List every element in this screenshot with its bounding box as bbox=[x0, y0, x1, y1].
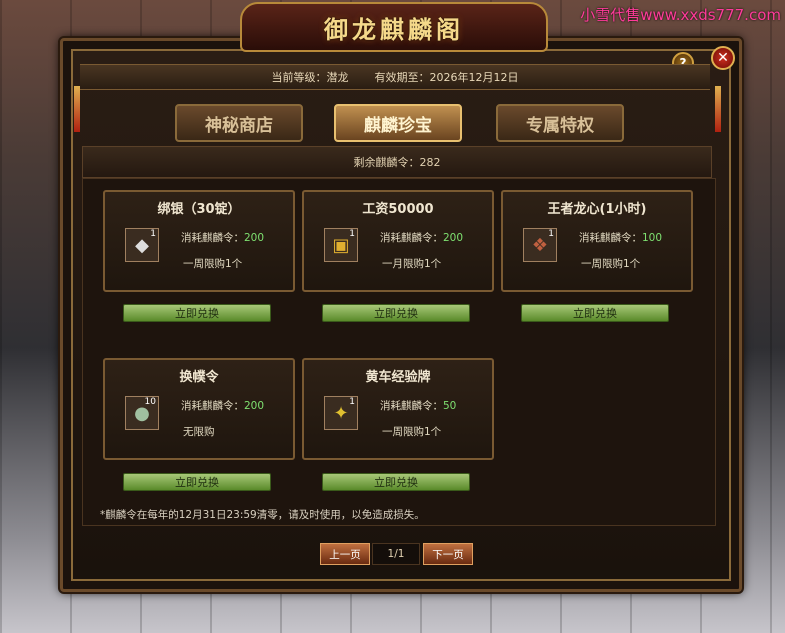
yellow-cart-exp-icon[interactable]: ✦ 1 bbox=[324, 396, 358, 430]
item-limit: 无限购 bbox=[183, 426, 215, 438]
item-qty: 1 bbox=[548, 229, 554, 239]
item-qty: 1 bbox=[150, 229, 156, 239]
item-limit: 一周限购1个 bbox=[382, 426, 442, 438]
cost-value: 200 bbox=[244, 400, 265, 412]
item-limit: 一月限购1个 bbox=[382, 258, 442, 270]
exchange-button[interactable]: 立即兑换 bbox=[123, 473, 271, 491]
cost-label: 消耗麒麟令： bbox=[380, 232, 443, 244]
next-page-button[interactable]: 下一页 bbox=[423, 543, 473, 565]
title-plate: 御龙麒麟阁 bbox=[240, 2, 548, 52]
left-tassel bbox=[74, 86, 80, 132]
cost-label: 消耗麒麟令： bbox=[181, 400, 244, 412]
watermark: 小雪代售www.xxds777.com bbox=[580, 6, 781, 24]
item-card: 绑银（30锭） ◆ 1 消耗麒麟令：200 一周限购1个 bbox=[103, 190, 295, 292]
cost-value: 200 bbox=[244, 232, 265, 244]
item-name: 王者龙心(1小时) bbox=[547, 202, 647, 217]
reset-note: *麒麟令在每年的12月31日23:59清零，请及时使用，以免造成损失。 bbox=[100, 509, 425, 521]
right-tassel bbox=[715, 86, 721, 132]
salary-scroll-icon[interactable]: ▣ 1 bbox=[324, 228, 358, 262]
dragon-heart-icon[interactable]: ❖ 1 bbox=[523, 228, 557, 262]
item-name: 黄车经验牌 bbox=[365, 370, 431, 385]
item-card: 换幞令 ● 10 消耗麒麟令：200 无限购 bbox=[103, 358, 295, 460]
page-indicator: 1/1 bbox=[372, 543, 420, 565]
prev-page-button[interactable]: 上一页 bbox=[320, 543, 370, 565]
item-name: 绑银（30锭） bbox=[157, 202, 241, 217]
info-bar: 当前等级：潜龙 有效期至：2026年12月12日 bbox=[80, 64, 710, 90]
tab-qilin-treasure[interactable]: 麒麟珍宝 bbox=[334, 104, 462, 142]
exchange-button[interactable]: 立即兑换 bbox=[123, 304, 271, 322]
item-card: 工资50000 ▣ 1 消耗麒麟令：200 一月限购1个 bbox=[302, 190, 494, 292]
cost-label: 消耗麒麟令： bbox=[579, 232, 642, 244]
tab-mystery-shop[interactable]: 神秘商店 bbox=[175, 104, 303, 142]
exchange-button[interactable]: 立即兑换 bbox=[521, 304, 669, 322]
item-name: 换幞令 bbox=[179, 370, 219, 385]
remaining-tokens: 剩余麒麟令：282 bbox=[82, 146, 712, 178]
close-button[interactable]: ✕ bbox=[711, 46, 735, 70]
window-title: 御龙麒麟阁 bbox=[324, 14, 464, 44]
silver-ingot-icon[interactable]: ◆ 1 bbox=[125, 228, 159, 262]
item-cost: 消耗麒麟令：200 bbox=[380, 230, 463, 245]
tab-exclusive-privilege[interactable]: 专属特权 bbox=[496, 104, 624, 142]
item-cost: 消耗麒麟令：100 bbox=[579, 230, 662, 245]
item-qty: 1 bbox=[349, 229, 355, 239]
cost-label: 消耗麒麟令： bbox=[181, 232, 244, 244]
valid-until-label: 有效期至：2026年12月12日 bbox=[374, 71, 519, 84]
item-card: 王者龙心(1小时) ❖ 1 消耗麒麟令：100 一周限购1个 bbox=[501, 190, 693, 292]
item-qty: 10 bbox=[144, 397, 156, 407]
item-limit: 一周限购1个 bbox=[581, 258, 641, 270]
exchange-button[interactable]: 立即兑换 bbox=[322, 304, 470, 322]
exchange-button[interactable]: 立即兑换 bbox=[322, 473, 470, 491]
item-cost: 消耗麒麟令：200 bbox=[181, 230, 264, 245]
level-label: 当前等级：潜龙 bbox=[271, 71, 349, 84]
cost-label: 消耗麒麟令： bbox=[380, 400, 443, 412]
item-cost: 消耗麒麟令：50 bbox=[380, 398, 456, 413]
cost-value: 200 bbox=[443, 232, 464, 244]
item-name: 工资50000 bbox=[362, 202, 434, 217]
exchange-token-icon[interactable]: ● 10 bbox=[125, 396, 159, 430]
item-limit: 一周限购1个 bbox=[183, 258, 243, 270]
cost-value: 50 bbox=[443, 400, 457, 412]
cost-value: 100 bbox=[642, 232, 663, 244]
item-qty: 1 bbox=[349, 397, 355, 407]
item-card: 黄车经验牌 ✦ 1 消耗麒麟令：50 一周限购1个 bbox=[302, 358, 494, 460]
item-cost: 消耗麒麟令：200 bbox=[181, 398, 264, 413]
